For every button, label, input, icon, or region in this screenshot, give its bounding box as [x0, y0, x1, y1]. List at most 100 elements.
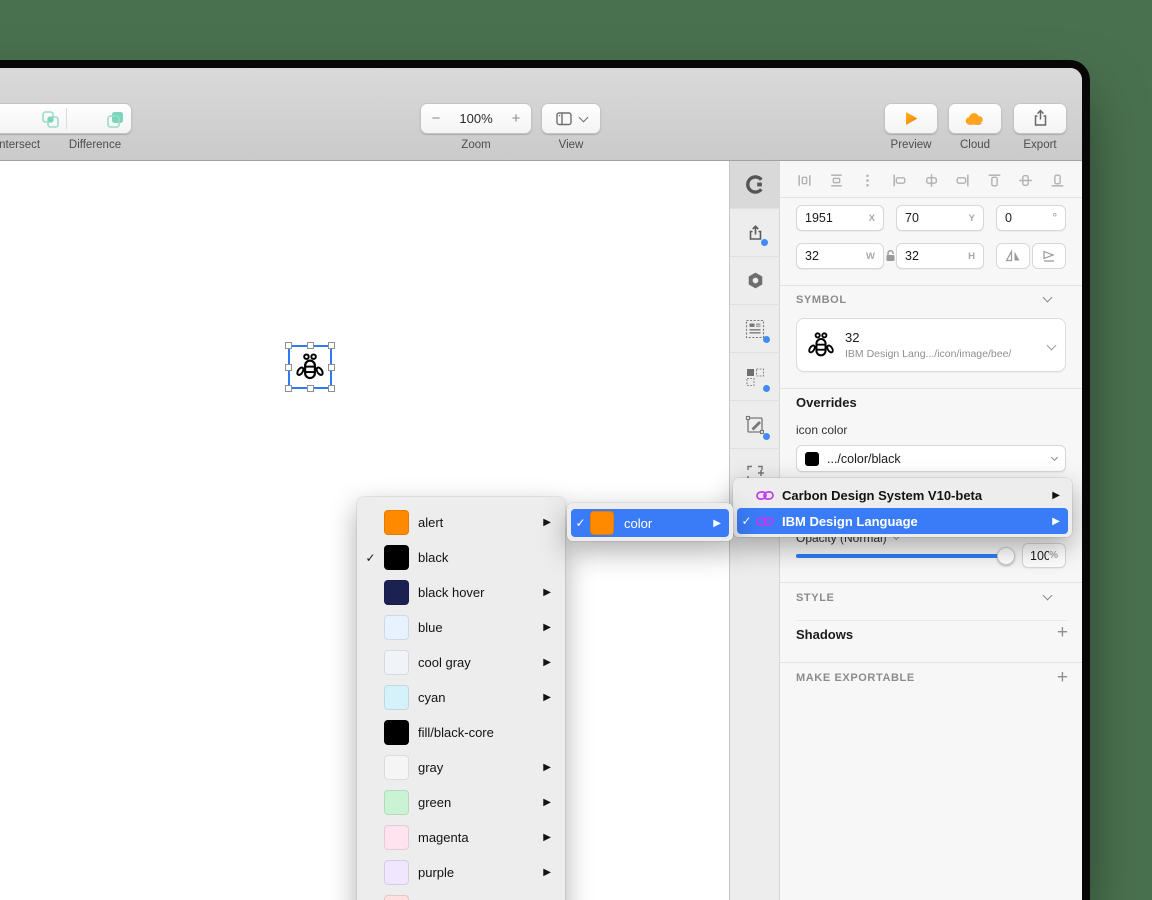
color-menu-item-green[interactable]: green ▶: [357, 785, 565, 820]
export-button[interactable]: [1013, 103, 1067, 134]
menu-item-label: gray: [418, 760, 444, 775]
submenu-arrow-icon: ▶: [543, 587, 551, 598]
distribute-horizontally-icon[interactable]: [796, 172, 813, 189]
resize-handle[interactable]: [328, 385, 335, 392]
menu-item-label: black: [418, 550, 449, 565]
align-bottom-icon[interactable]: [1049, 172, 1066, 189]
chevron-down-icon: [1046, 340, 1057, 350]
color-menu-item-blue[interactable]: blue ▶: [357, 610, 565, 645]
color-menu-item-purple[interactable]: purple ▶: [357, 855, 565, 890]
submenu-arrow-icon: ▶: [543, 692, 551, 703]
menu-item-color[interactable]: ✓ color ▶: [571, 509, 729, 537]
resize-handle[interactable]: [328, 342, 335, 349]
menu-item-label: blue: [418, 620, 443, 635]
cloud-button[interactable]: [948, 103, 1002, 134]
zoom-out-button[interactable]: −: [421, 110, 451, 127]
resize-handle[interactable]: [328, 364, 335, 371]
library-link-icon: [756, 516, 774, 526]
align-middle-vertical-icon[interactable]: [1017, 172, 1034, 189]
color-swatch: [384, 720, 409, 745]
make-exportable-button[interactable]: +: [1057, 667, 1068, 689]
carbon-plugin-button[interactable]: [730, 161, 780, 208]
align-top-icon[interactable]: [986, 172, 1003, 189]
color-menu-item-item[interactable]: [357, 890, 565, 900]
align-center-horizontal-icon[interactable]: [923, 172, 940, 189]
flip-horizontal-button[interactable]: [996, 243, 1030, 269]
color-swatch: [384, 615, 409, 640]
height-field-wrap: H: [896, 243, 984, 269]
distribute-vertically-icon[interactable]: [828, 172, 845, 189]
color-swatch: [384, 895, 409, 900]
menu-item-ibm-design-language[interactable]: ✓ IBM Design Language ▶: [737, 508, 1068, 534]
submenu-arrow-icon: ▶: [713, 517, 721, 529]
color-menu-item-fill-black-core[interactable]: fill/black-core: [357, 715, 565, 750]
submenu-arrow-icon: ▶: [543, 867, 551, 878]
width-field[interactable]: [805, 249, 867, 263]
color-swatch: [384, 825, 409, 850]
difference-icon[interactable]: [106, 110, 125, 129]
color-group-menu: ✓ color ▶: [567, 503, 733, 541]
y-position-field[interactable]: [905, 211, 969, 225]
symbol-picker[interactable]: 32 IBM Design Lang.../icon/image/bee/: [796, 318, 1066, 372]
intersect-icon[interactable]: [41, 110, 60, 129]
view-button[interactable]: [541, 103, 601, 134]
rotation-field[interactable]: [1005, 211, 1053, 225]
resize-handle[interactable]: [285, 342, 292, 349]
menu-item-label: color: [624, 515, 653, 531]
resize-handle[interactable]: [307, 342, 314, 349]
panel-layout-icon: [555, 110, 573, 127]
x-position-field-wrap: X: [796, 205, 884, 231]
zoom-in-button[interactable]: +: [501, 110, 531, 127]
resize-handle[interactable]: [285, 385, 292, 392]
toolbar: Intersect Difference − 100% + Zoom View: [0, 68, 1082, 161]
color-swatch: [384, 650, 409, 675]
menu-item-carbon-design-system-v10-beta[interactable]: Carbon Design System V10-beta ▶: [737, 482, 1068, 508]
color-menu-item-cyan[interactable]: cyan ▶: [357, 680, 565, 715]
distribute-spacing-icon[interactable]: [859, 172, 876, 189]
chevron-down-icon: [578, 112, 589, 122]
library-link-icon: [756, 489, 782, 502]
segment-divider: [66, 108, 67, 129]
color-menu-item-magenta[interactable]: magenta ▶: [357, 820, 565, 855]
color-menu-item-black[interactable]: ✓ black: [357, 540, 565, 575]
submenu-arrow-icon: ▶: [543, 797, 551, 808]
align-right-icon[interactable]: [954, 172, 971, 189]
preview-button[interactable]: [884, 103, 938, 134]
height-field[interactable]: [905, 249, 969, 263]
override-color-swatch: [805, 451, 819, 466]
align-left-icon[interactable]: [891, 172, 908, 189]
percent-unit: %: [1049, 550, 1058, 561]
symbol-section-header: SYMBOL: [796, 294, 847, 306]
color-swatch: [384, 790, 409, 815]
edit-plugin-button[interactable]: [730, 401, 780, 448]
x-position-field[interactable]: [805, 211, 869, 225]
selection-box[interactable]: [285, 342, 335, 392]
opacity-slider-thumb[interactable]: [997, 547, 1015, 565]
icon-color-dropdown[interactable]: .../color/black: [796, 445, 1066, 472]
opacity-field[interactable]: [1030, 548, 1050, 563]
resize-handle[interactable]: [285, 364, 292, 371]
upload-plugin-button[interactable]: [730, 209, 780, 256]
rotation-field-wrap: °: [996, 205, 1066, 231]
zoom-level: 100%: [459, 111, 493, 126]
resize-handle[interactable]: [307, 385, 314, 392]
color-menu-item-black-hover[interactable]: black hover ▶: [357, 575, 565, 610]
color-menu-item-gray[interactable]: gray ▶: [357, 750, 565, 785]
checkmark-icon: ✓: [365, 550, 376, 565]
color-menu-item-cool-gray[interactable]: cool gray ▶: [357, 645, 565, 680]
hexagon-nut-icon: [748, 272, 762, 289]
menu-item-label: cyan: [418, 690, 446, 705]
color-menu-item-alert[interactable]: alert ▶: [357, 505, 565, 540]
flip-vertical-button[interactable]: [1032, 243, 1066, 269]
menu-item-label: black hover: [418, 585, 485, 600]
notification-dot: [763, 336, 770, 343]
symbol-collapse-chevron[interactable]: [1042, 292, 1053, 303]
hexagon-plugin-button[interactable]: [730, 257, 780, 304]
add-shadow-button[interactable]: +: [1057, 622, 1068, 644]
lock-aspect-icon[interactable]: [885, 249, 896, 262]
style-collapse-chevron[interactable]: [1042, 590, 1053, 601]
library-link-icon: [756, 515, 782, 528]
layout-plugin-button[interactable]: [730, 305, 780, 352]
opacity-slider[interactable]: [796, 547, 1015, 565]
symbols-plugin-button[interactable]: [730, 353, 780, 400]
